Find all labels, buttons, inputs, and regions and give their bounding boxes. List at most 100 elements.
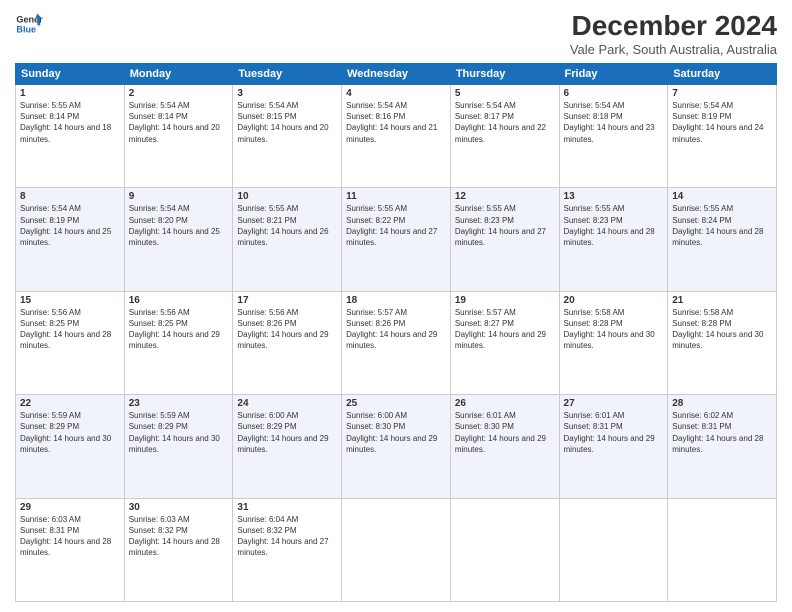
col-saturday: Saturday — [668, 64, 777, 85]
day-info: Sunrise: 5:59 AM Sunset: 8:29 PM Dayligh… — [20, 410, 120, 455]
table-row: 14 Sunrise: 5:55 AM Sunset: 8:24 PM Dayl… — [668, 188, 777, 291]
header-row: Sunday Monday Tuesday Wednesday Thursday… — [16, 64, 777, 85]
table-row: 26 Sunrise: 6:01 AM Sunset: 8:30 PM Dayl… — [450, 395, 559, 498]
table-row: 7 Sunrise: 5:54 AM Sunset: 8:19 PM Dayli… — [668, 85, 777, 188]
day-info: Sunrise: 6:00 AM Sunset: 8:29 PM Dayligh… — [237, 410, 337, 455]
day-number: 4 — [346, 88, 446, 99]
day-number: 26 — [455, 398, 555, 409]
day-number: 27 — [564, 398, 664, 409]
table-row: 28 Sunrise: 6:02 AM Sunset: 8:31 PM Dayl… — [668, 395, 777, 498]
table-row: 1 Sunrise: 5:55 AM Sunset: 8:14 PM Dayli… — [16, 85, 125, 188]
day-number: 30 — [129, 502, 229, 513]
page: General Blue December 2024 Vale Park, So… — [0, 0, 792, 612]
col-monday: Monday — [124, 64, 233, 85]
day-number: 2 — [129, 88, 229, 99]
table-row: 17 Sunrise: 5:56 AM Sunset: 8:26 PM Dayl… — [233, 291, 342, 394]
day-number: 17 — [237, 295, 337, 306]
table-row: 30 Sunrise: 6:03 AM Sunset: 8:32 PM Dayl… — [124, 498, 233, 601]
table-row: 29 Sunrise: 6:03 AM Sunset: 8:31 PM Dayl… — [16, 498, 125, 601]
day-number: 10 — [237, 191, 337, 202]
day-info: Sunrise: 5:55 AM Sunset: 8:23 PM Dayligh… — [455, 203, 555, 248]
day-number: 8 — [20, 191, 120, 202]
table-row — [559, 498, 668, 601]
day-info: Sunrise: 5:56 AM Sunset: 8:25 PM Dayligh… — [129, 307, 229, 352]
day-info: Sunrise: 5:57 AM Sunset: 8:27 PM Dayligh… — [455, 307, 555, 352]
day-info: Sunrise: 5:54 AM Sunset: 8:19 PM Dayligh… — [20, 203, 120, 248]
day-number: 1 — [20, 88, 120, 99]
logo-icon: General Blue — [15, 10, 43, 38]
day-number: 21 — [672, 295, 772, 306]
table-row — [450, 498, 559, 601]
day-info: Sunrise: 5:57 AM Sunset: 8:26 PM Dayligh… — [346, 307, 446, 352]
table-row: 11 Sunrise: 5:55 AM Sunset: 8:22 PM Dayl… — [342, 188, 451, 291]
table-row: 4 Sunrise: 5:54 AM Sunset: 8:16 PM Dayli… — [342, 85, 451, 188]
table-row: 19 Sunrise: 5:57 AM Sunset: 8:27 PM Dayl… — [450, 291, 559, 394]
day-info: Sunrise: 6:03 AM Sunset: 8:32 PM Dayligh… — [129, 514, 229, 559]
day-number: 16 — [129, 295, 229, 306]
day-info: Sunrise: 6:04 AM Sunset: 8:32 PM Dayligh… — [237, 514, 337, 559]
col-wednesday: Wednesday — [342, 64, 451, 85]
day-number: 14 — [672, 191, 772, 202]
table-row: 12 Sunrise: 5:55 AM Sunset: 8:23 PM Dayl… — [450, 188, 559, 291]
day-info: Sunrise: 5:54 AM Sunset: 8:15 PM Dayligh… — [237, 100, 337, 145]
col-friday: Friday — [559, 64, 668, 85]
day-info: Sunrise: 5:55 AM Sunset: 8:22 PM Dayligh… — [346, 203, 446, 248]
day-info: Sunrise: 6:03 AM Sunset: 8:31 PM Dayligh… — [20, 514, 120, 559]
day-number: 13 — [564, 191, 664, 202]
day-number: 7 — [672, 88, 772, 99]
table-row: 25 Sunrise: 6:00 AM Sunset: 8:30 PM Dayl… — [342, 395, 451, 498]
table-row: 22 Sunrise: 5:59 AM Sunset: 8:29 PM Dayl… — [16, 395, 125, 498]
col-tuesday: Tuesday — [233, 64, 342, 85]
table-row: 18 Sunrise: 5:57 AM Sunset: 8:26 PM Dayl… — [342, 291, 451, 394]
day-number: 5 — [455, 88, 555, 99]
table-row: 15 Sunrise: 5:56 AM Sunset: 8:25 PM Dayl… — [16, 291, 125, 394]
day-info: Sunrise: 6:01 AM Sunset: 8:30 PM Dayligh… — [455, 410, 555, 455]
day-info: Sunrise: 5:59 AM Sunset: 8:29 PM Dayligh… — [129, 410, 229, 455]
col-thursday: Thursday — [450, 64, 559, 85]
day-number: 22 — [20, 398, 120, 409]
day-number: 12 — [455, 191, 555, 202]
table-row: 9 Sunrise: 5:54 AM Sunset: 8:20 PM Dayli… — [124, 188, 233, 291]
day-number: 28 — [672, 398, 772, 409]
table-row: 20 Sunrise: 5:58 AM Sunset: 8:28 PM Dayl… — [559, 291, 668, 394]
day-info: Sunrise: 5:54 AM Sunset: 8:19 PM Dayligh… — [672, 100, 772, 145]
day-number: 18 — [346, 295, 446, 306]
day-info: Sunrise: 5:55 AM Sunset: 8:23 PM Dayligh… — [564, 203, 664, 248]
table-row: 8 Sunrise: 5:54 AM Sunset: 8:19 PM Dayli… — [16, 188, 125, 291]
day-number: 24 — [237, 398, 337, 409]
table-row: 31 Sunrise: 6:04 AM Sunset: 8:32 PM Dayl… — [233, 498, 342, 601]
day-number: 19 — [455, 295, 555, 306]
main-title: December 2024 — [570, 10, 777, 42]
day-number: 31 — [237, 502, 337, 513]
table-row: 23 Sunrise: 5:59 AM Sunset: 8:29 PM Dayl… — [124, 395, 233, 498]
day-number: 23 — [129, 398, 229, 409]
subtitle: Vale Park, South Australia, Australia — [570, 42, 777, 57]
day-number: 25 — [346, 398, 446, 409]
table-row: 6 Sunrise: 5:54 AM Sunset: 8:18 PM Dayli… — [559, 85, 668, 188]
day-info: Sunrise: 5:56 AM Sunset: 8:25 PM Dayligh… — [20, 307, 120, 352]
day-info: Sunrise: 5:58 AM Sunset: 8:28 PM Dayligh… — [564, 307, 664, 352]
day-info: Sunrise: 5:55 AM Sunset: 8:14 PM Dayligh… — [20, 100, 120, 145]
table-row — [342, 498, 451, 601]
table-row — [668, 498, 777, 601]
day-number: 15 — [20, 295, 120, 306]
svg-text:Blue: Blue — [16, 24, 36, 34]
header: General Blue December 2024 Vale Park, So… — [15, 10, 777, 57]
day-info: Sunrise: 6:01 AM Sunset: 8:31 PM Dayligh… — [564, 410, 664, 455]
day-info: Sunrise: 5:55 AM Sunset: 8:21 PM Dayligh… — [237, 203, 337, 248]
day-number: 29 — [20, 502, 120, 513]
day-number: 6 — [564, 88, 664, 99]
day-info: Sunrise: 5:54 AM Sunset: 8:17 PM Dayligh… — [455, 100, 555, 145]
day-info: Sunrise: 6:00 AM Sunset: 8:30 PM Dayligh… — [346, 410, 446, 455]
table-row: 27 Sunrise: 6:01 AM Sunset: 8:31 PM Dayl… — [559, 395, 668, 498]
day-number: 9 — [129, 191, 229, 202]
day-info: Sunrise: 6:02 AM Sunset: 8:31 PM Dayligh… — [672, 410, 772, 455]
day-info: Sunrise: 5:54 AM Sunset: 8:14 PM Dayligh… — [129, 100, 229, 145]
table-row: 13 Sunrise: 5:55 AM Sunset: 8:23 PM Dayl… — [559, 188, 668, 291]
calendar-table: Sunday Monday Tuesday Wednesday Thursday… — [15, 63, 777, 602]
day-number: 3 — [237, 88, 337, 99]
col-sunday: Sunday — [16, 64, 125, 85]
table-row: 16 Sunrise: 5:56 AM Sunset: 8:25 PM Dayl… — [124, 291, 233, 394]
logo: General Blue — [15, 10, 43, 38]
table-row: 24 Sunrise: 6:00 AM Sunset: 8:29 PM Dayl… — [233, 395, 342, 498]
